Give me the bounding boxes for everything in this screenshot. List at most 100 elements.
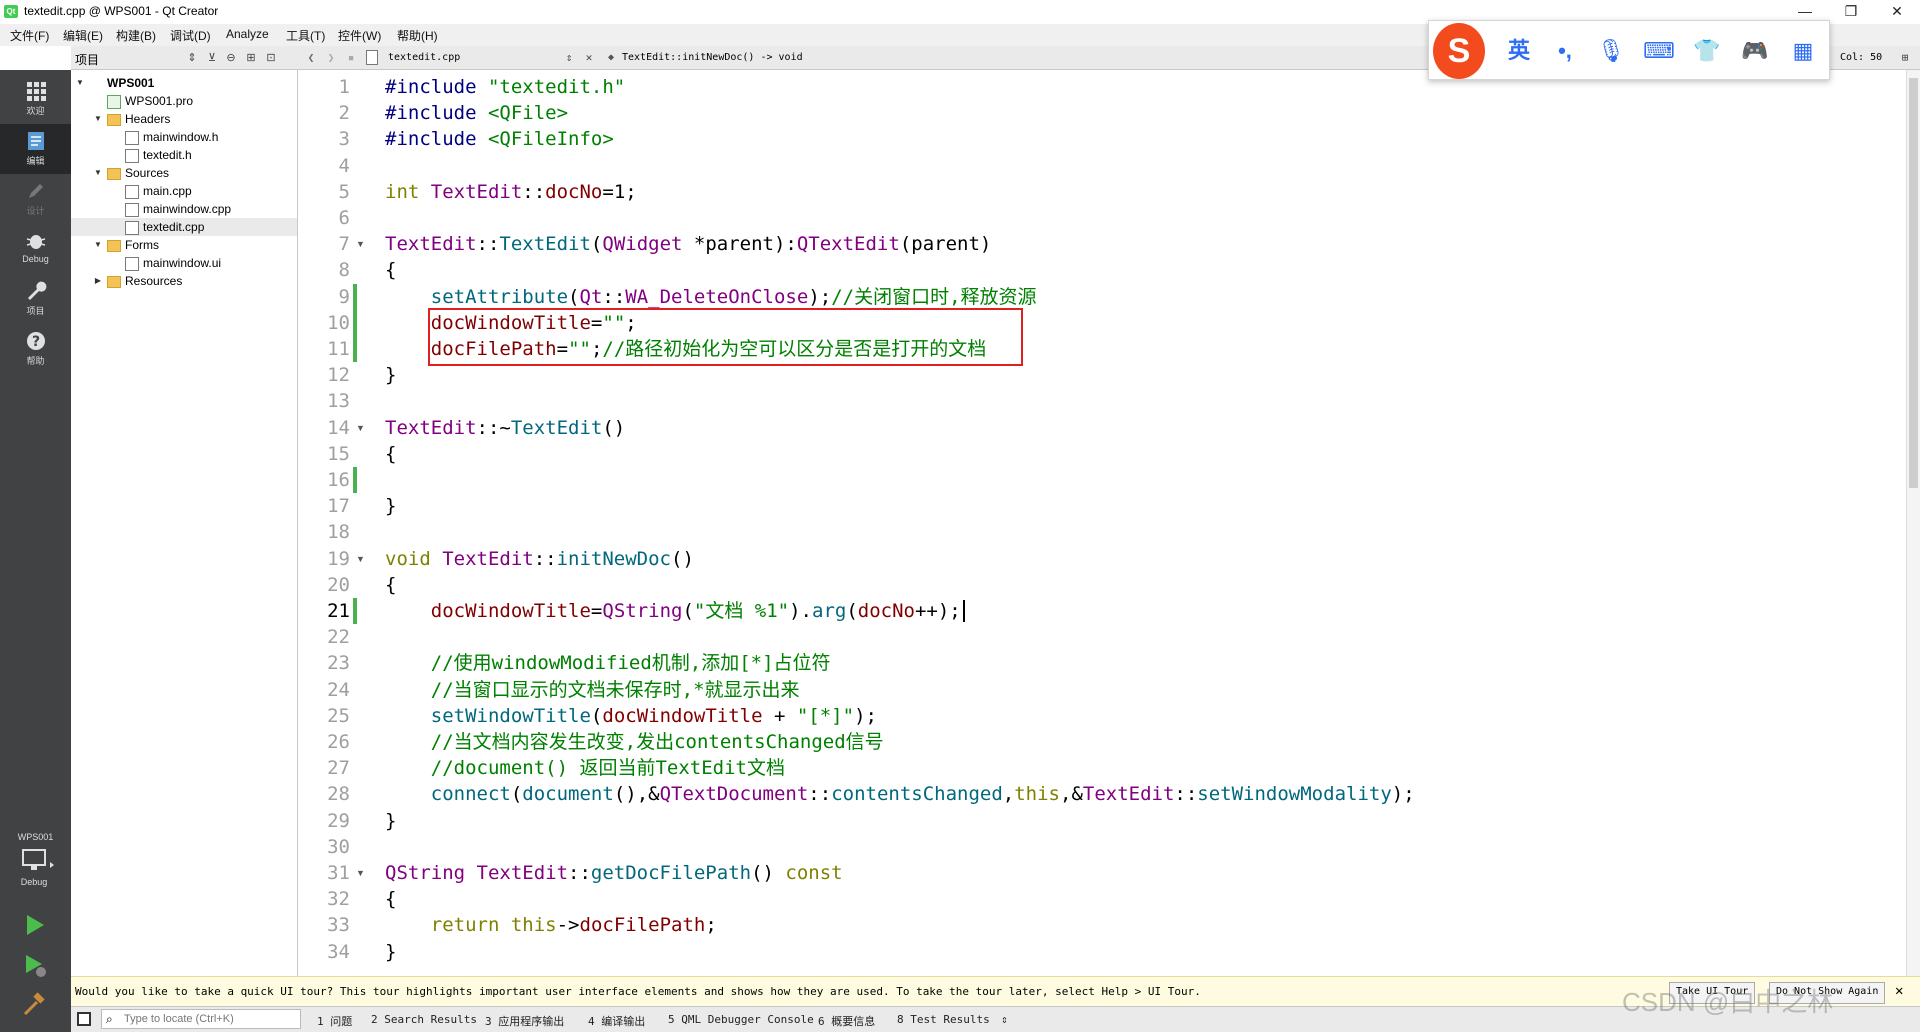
menu-build[interactable]: 构建(B) <box>116 27 156 44</box>
build-button[interactable] <box>22 992 48 1018</box>
scrollbar-thumb[interactable] <box>1909 78 1918 488</box>
line-number[interactable]: 28 <box>298 781 350 807</box>
code-line[interactable]: TextEdit::TextEdit(QWidget *parent):QTex… <box>385 231 991 257</box>
code-line[interactable]: { <box>385 441 396 467</box>
menu-debug[interactable]: 调试(D) <box>170 27 211 44</box>
line-number[interactable]: 2 <box>298 100 350 126</box>
tree-item[interactable]: WPS001.pro <box>71 92 297 110</box>
line-number[interactable]: 12 <box>298 362 350 388</box>
code-line[interactable]: { <box>385 572 396 598</box>
code-line[interactable]: } <box>385 362 396 388</box>
pane-menu-icon[interactable]: ⇕ <box>1001 1013 1008 1026</box>
shirt-icon[interactable]: 👕 <box>1691 35 1723 67</box>
project-view-selector[interactable]: 项目 <box>75 51 99 68</box>
forward-icon[interactable]: ❯ <box>324 51 338 65</box>
line-number[interactable]: 6 <box>298 205 350 231</box>
pane-issues[interactable]: 1 问题 <box>317 1013 352 1029</box>
tree-item[interactable]: main.cpp <box>71 182 297 200</box>
filter-icon[interactable]: ⊻ <box>205 51 219 65</box>
vertical-scrollbar[interactable] <box>1906 70 1920 976</box>
line-number[interactable]: 19 <box>298 546 350 572</box>
updown-icon[interactable]: ⇕ <box>562 51 576 65</box>
pane-compile-output[interactable]: 4 编译输出 <box>588 1013 645 1029</box>
tree-item[interactable]: mainwindow.cpp <box>71 200 297 218</box>
menu-file[interactable]: 文件(F) <box>10 27 49 44</box>
code-line[interactable]: docWindowTitle=QString("文档 %1").arg(docN… <box>385 598 965 624</box>
gamepad-icon[interactable]: 🎮 <box>1739 35 1771 67</box>
code-line[interactable]: //当文档内容发生改变,发出contentsChanged信号 <box>385 729 884 755</box>
fold-marker-icon[interactable]: ▼ <box>356 546 365 572</box>
split-editor-icon[interactable]: ⊞ <box>1898 51 1912 65</box>
debug-run-button[interactable] <box>22 952 48 978</box>
tree-item[interactable]: textedit.h <box>71 146 297 164</box>
tree-item[interactable]: ▶ Resources <box>71 272 297 290</box>
line-number[interactable]: 27 <box>298 755 350 781</box>
symbol-selector[interactable]: TextEdit::initNewDoc() -> void <box>622 52 803 63</box>
tree-item[interactable]: mainwindow.h <box>71 128 297 146</box>
line-number[interactable]: 18 <box>298 519 350 545</box>
sogou-logo-icon[interactable]: S <box>1433 23 1485 79</box>
code-line[interactable]: //当窗口显示的文档未保存时,*就显示出来 <box>385 677 800 703</box>
code-line[interactable]: setAttribute(Qt::WA_DeleteOnClose);//关闭窗… <box>385 284 1037 310</box>
tree-item[interactable]: ▼ Sources <box>71 164 297 182</box>
code-line[interactable]: } <box>385 939 396 965</box>
pane-application-output[interactable]: 3 应用程序输出 <box>485 1013 564 1029</box>
close-icon[interactable]: ✕ <box>1874 0 1920 24</box>
close-icon[interactable]: ✕ <box>1895 983 1903 999</box>
mode-help[interactable]: ? 帮助 <box>0 324 71 374</box>
expand-arrow-icon[interactable]: ▼ <box>75 74 85 92</box>
expand-arrow-icon[interactable]: ▼ <box>93 110 103 128</box>
line-number[interactable]: 33 <box>298 912 350 938</box>
collapse-arrow-icon[interactable]: ▶ <box>93 272 103 290</box>
keyboard-icon[interactable]: ⌨ <box>1643 35 1675 67</box>
line-number[interactable]: 1 <box>298 74 350 100</box>
line-number[interactable]: 10 <box>298 310 350 336</box>
code-line[interactable]: #include <QFile> <box>385 100 568 126</box>
document-selector[interactable]: textedit.cpp <box>388 52 460 63</box>
code-line[interactable]: #include <QFileInfo> <box>385 126 614 152</box>
line-number[interactable]: 14 <box>298 415 350 441</box>
locator-input[interactable]: ⌕ Type to locate (Ctrl+K) <box>101 1009 301 1029</box>
run-button[interactable] <box>22 912 48 938</box>
code-line[interactable]: connect(document(),&QTextDocument::conte… <box>385 781 1415 807</box>
line-number[interactable]: 23 <box>298 650 350 676</box>
code-line[interactable]: { <box>385 257 396 283</box>
line-number[interactable]: 7 <box>298 231 350 257</box>
tree-item[interactable]: mainwindow.ui <box>71 254 297 272</box>
code-line[interactable]: #include "textedit.h" <box>385 74 625 100</box>
code-editor[interactable]: #include "textedit.h" #include <QFile> #in… <box>383 70 1905 976</box>
line-number[interactable]: 30 <box>298 834 350 860</box>
line-number[interactable]: 16 <box>298 467 350 493</box>
code-line[interactable]: QString TextEdit::getDocFilePath() const <box>385 860 843 886</box>
expand-arrow-icon[interactable]: ▼ <box>93 164 103 182</box>
mode-debug[interactable]: Debug <box>0 224 71 274</box>
line-number[interactable]: 34 <box>298 939 350 965</box>
line-number[interactable]: 11 <box>298 336 350 362</box>
code-line[interactable]: TextEdit::~TextEdit() <box>385 415 625 441</box>
mode-design[interactable]: 设计 <box>0 174 71 224</box>
split-icon[interactable]: ⊞ <box>244 51 258 65</box>
fold-marker-icon[interactable]: ▼ <box>356 231 365 257</box>
line-number[interactable]: 26 <box>298 729 350 755</box>
pane-qml-debugger-console[interactable]: 5 QML Debugger Console <box>668 1013 814 1026</box>
line-number[interactable]: 22 <box>298 624 350 650</box>
expand-arrow-icon[interactable]: ▼ <box>93 236 103 254</box>
tree-item[interactable]: ▼ Forms <box>71 236 297 254</box>
link-icon[interactable]: ⊖ <box>224 51 238 65</box>
fold-marker-icon[interactable]: ▼ <box>356 415 365 441</box>
code-line[interactable]: } <box>385 808 396 834</box>
updown-icon[interactable]: ⇕ <box>185 51 199 65</box>
tree-item[interactable]: ▼ Headers <box>71 110 297 128</box>
pane-general-messages[interactable]: 6 概要信息 <box>818 1013 875 1029</box>
code-line[interactable]: setWindowTitle(docWindowTitle + "[*]"); <box>385 703 877 729</box>
menu-edit[interactable]: 编辑(E) <box>63 27 103 44</box>
code-line[interactable]: //document() 返回当前TextEdit文档 <box>385 755 785 781</box>
code-line[interactable]: //使用windowModified机制,添加[*]占位符 <box>385 650 831 676</box>
pane-search-results[interactable]: 2 Search Results <box>371 1013 477 1026</box>
line-number[interactable]: 21 <box>298 598 350 624</box>
apps-icon[interactable]: ▦ <box>1787 35 1819 67</box>
mic-icon[interactable]: 🎙 <box>1595 35 1627 67</box>
line-number[interactable]: 31 <box>298 860 350 886</box>
tree-item[interactable]: textedit.cpp <box>71 218 297 236</box>
menu-controls[interactable]: 控件(W) <box>338 27 381 44</box>
